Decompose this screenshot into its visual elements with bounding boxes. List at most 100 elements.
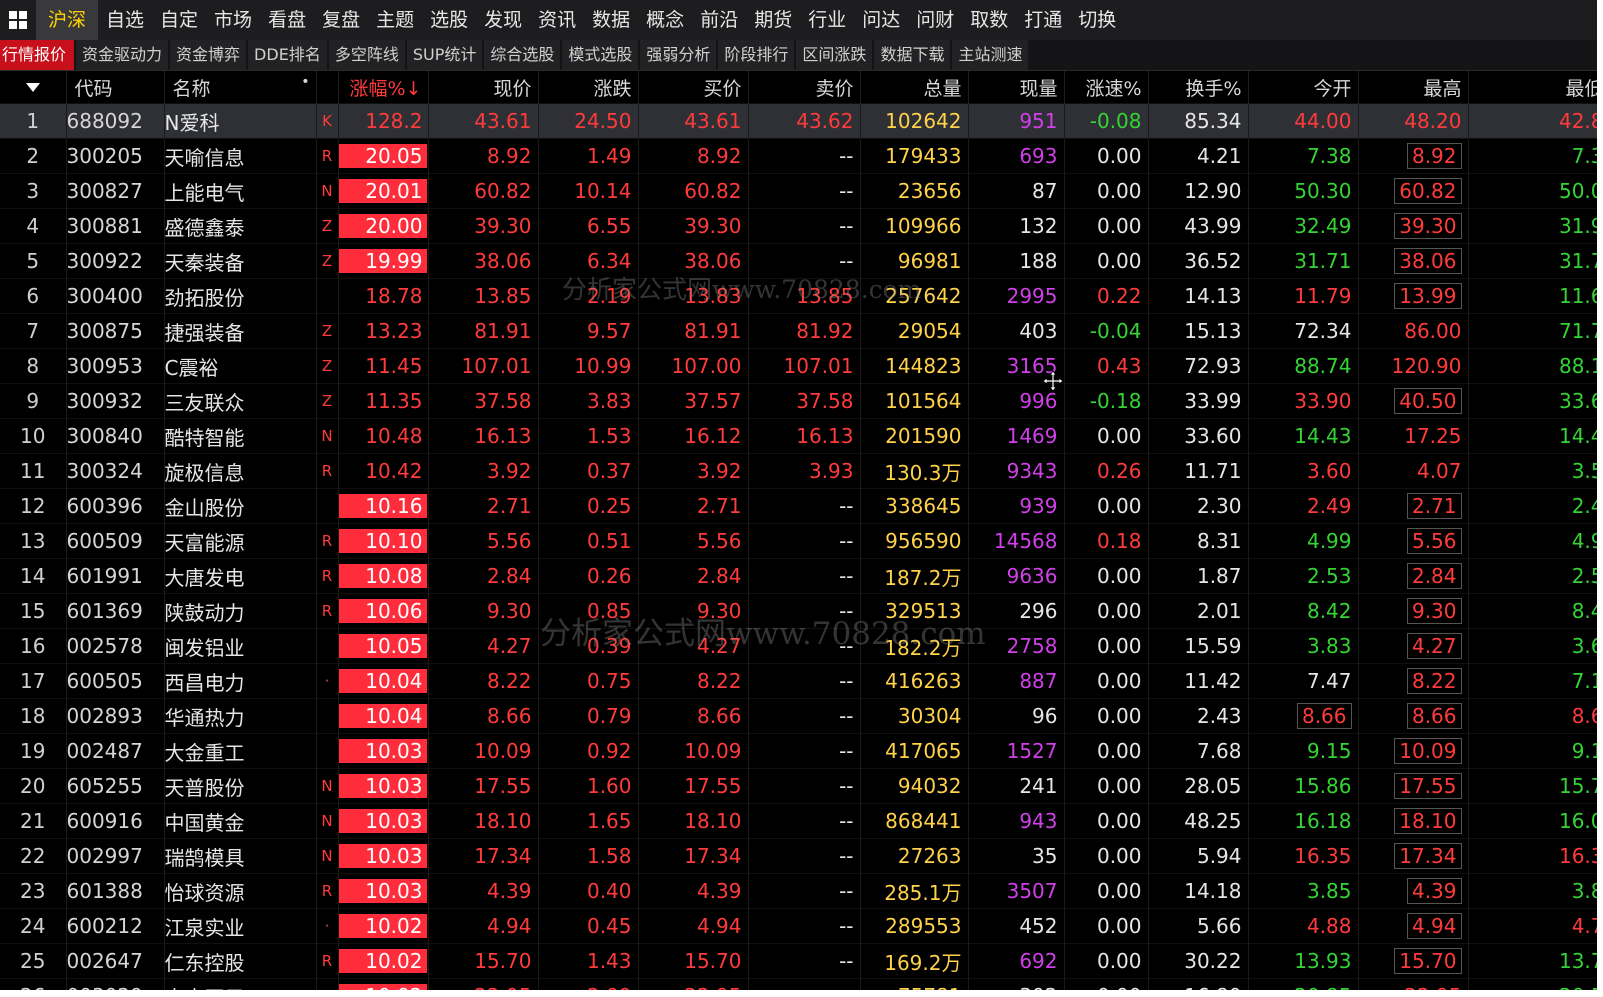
col-header-volume[interactable]: 总量 xyxy=(860,71,969,104)
sub-tab-0[interactable]: 行情报价 xyxy=(0,40,75,70)
high-price: 15.70 xyxy=(1358,943,1469,979)
menu-item-2[interactable]: 自定 xyxy=(152,0,206,40)
menu-item-3[interactable]: 市场 xyxy=(206,0,260,40)
turnover: 11.71 xyxy=(1148,453,1249,489)
col-header-name[interactable]: 名称 • xyxy=(164,71,317,104)
table-row[interactable]: 25 002647 仁东控股 R 10.02 15.70 1.43 15.70 -- 169.2万… xyxy=(0,943,1597,979)
stock-code: 601369 xyxy=(66,593,165,629)
menu-item-19[interactable]: 切换 xyxy=(1070,0,1124,40)
table-row[interactable]: 2 300205 天喻信息 R 20.05 8.92 1.49 8.92 -- 179433 693… xyxy=(0,138,1597,174)
current-volume: 939 xyxy=(968,488,1065,524)
table-row[interactable]: 21 600916 中国黄金 N 10.03 18.10 1.65 18.10 -- 868441… xyxy=(0,803,1597,839)
menu-item-10[interactable]: 数据 xyxy=(584,0,638,40)
menu-item-12[interactable]: 前沿 xyxy=(692,0,746,40)
change-pct-value: 20.00 xyxy=(338,214,427,238)
change-pct-value: 10.08 xyxy=(338,564,427,588)
table-row[interactable]: 6 300400 劲拓股份 18.78 13.85 2.19 13.83 13.85 25764… xyxy=(0,278,1597,314)
menu-item-4[interactable]: 看盘 xyxy=(260,0,314,40)
menu-item-8[interactable]: 发现 xyxy=(476,0,530,40)
sub-tab-5[interactable]: SUP统计 xyxy=(406,40,483,70)
col-header-change[interactable]: 涨跌 xyxy=(538,71,639,104)
sub-tab-1[interactable]: 资金驱动力 xyxy=(76,40,169,70)
stock-code: 300953 xyxy=(66,348,165,384)
change: 1.58 xyxy=(538,838,639,874)
low-price: 9.1 xyxy=(1468,733,1597,769)
col-header-bid[interactable]: 买价 xyxy=(638,71,749,104)
grid-menu-icon[interactable] xyxy=(0,0,36,40)
menu-item-6[interactable]: 主题 xyxy=(368,0,422,40)
menu-item-9[interactable]: 资讯 xyxy=(530,0,584,40)
low-price: 31.9 xyxy=(1468,208,1597,244)
sort-menu-icon[interactable] xyxy=(0,71,67,104)
sub-tab-11[interactable]: 数据下载 xyxy=(874,40,951,70)
table-row[interactable]: 3 300827 上能电气 N 20.01 60.82 10.14 60.82 -- 23656 8… xyxy=(0,173,1597,209)
col-header-current-volume[interactable]: 现量 xyxy=(968,71,1065,104)
table-row[interactable]: 23 601388 怡球资源 R 10.03 4.39 0.40 4.39 -- 285.1万 35… xyxy=(0,873,1597,909)
table-row[interactable]: 5 300922 天秦装备 Z 19.99 38.06 6.34 38.06 -- 96981 18… xyxy=(0,243,1597,279)
table-row[interactable]: 13 600509 天富能源 R 10.10 5.56 0.51 5.56 -- 956590 14… xyxy=(0,523,1597,559)
col-header-change-pct[interactable]: 涨幅%↓ xyxy=(338,71,429,104)
row-index: 14 xyxy=(0,558,67,594)
change-speed: 0.18 xyxy=(1064,523,1149,559)
col-header-high[interactable]: 最高 xyxy=(1358,71,1469,104)
sub-tab-12[interactable]: 主站测速 xyxy=(952,40,1029,70)
table-row[interactable]: 16 002578 闽发铝业 10.05 4.27 0.39 4.27 -- 182.2万 275… xyxy=(0,628,1597,664)
menu-item-18[interactable]: 打通 xyxy=(1016,0,1070,40)
table-row[interactable]: 1 688092 N爱科 K 128.2 43.61 24.50 43.61 43.62 1026… xyxy=(0,103,1597,139)
sub-tab-10[interactable]: 区间涨跌 xyxy=(796,40,873,70)
change-pct: 10.05 xyxy=(338,628,429,664)
sub-tab-4[interactable]: 多空阵线 xyxy=(328,40,405,70)
high-price: 22.95 xyxy=(1358,978,1469,990)
sub-tab-7[interactable]: 模式选股 xyxy=(562,40,639,70)
bid-price: 2.71 xyxy=(638,488,749,524)
sub-tab-6[interactable]: 综合选股 xyxy=(484,40,561,70)
high-price-value: 40.50 xyxy=(1394,388,1462,414)
table-row[interactable]: 18 002893 华通热力 10.04 8.66 0.79 8.66 -- 30304 96 0.… xyxy=(0,698,1597,734)
table-row[interactable]: 17 600505 西昌电力 · 10.04 8.22 0.75 8.22 -- 416263 88… xyxy=(0,663,1597,699)
table-row[interactable]: 11 300324 旋极信息 R 10.42 3.92 0.37 3.92 3.93 130.3万… xyxy=(0,453,1597,489)
table-row[interactable]: 14 601991 大唐发电 R 10.08 2.84 0.26 2.84 -- 187.2万 96… xyxy=(0,558,1597,594)
menu-item-1[interactable]: 自选 xyxy=(98,0,152,40)
table-row[interactable]: 26003029吉大正元N10.0222.952.0922.95--757813… xyxy=(0,978,1597,990)
table-row[interactable]: 12 600396 金山股份 10.16 2.71 0.25 2.71 -- 338645 939… xyxy=(0,488,1597,524)
col-header-turnover[interactable]: 换手% xyxy=(1148,71,1249,104)
col-header-price[interactable]: 现价 xyxy=(428,71,539,104)
menu-item-15[interactable]: 问达 xyxy=(854,0,908,40)
menu-item-11[interactable]: 概念 xyxy=(638,0,692,40)
menu-item-14[interactable]: 行业 xyxy=(800,0,854,40)
change: 2.09 xyxy=(538,978,639,990)
menu-item-0[interactable]: 沪深 xyxy=(36,0,99,40)
sub-tab-3[interactable]: DDE排名 xyxy=(248,40,327,70)
table-row[interactable]: 9 300932 三友联众 Z 11.35 37.58 3.83 37.57 37.58 1015… xyxy=(0,383,1597,419)
table-row[interactable]: 19 002487 大金重工 10.03 10.09 0.92 10.09 -- 417065 1… xyxy=(0,733,1597,769)
current-volume: 403 xyxy=(968,313,1065,349)
menu-item-17[interactable]: 取数 xyxy=(962,0,1016,40)
menu-item-5[interactable]: 复盘 xyxy=(314,0,368,40)
sub-tab-8[interactable]: 强弱分析 xyxy=(640,40,717,70)
table-row[interactable]: 20 605255 天普股份 N 10.03 17.55 1.60 17.55 -- 94032 2… xyxy=(0,768,1597,804)
sub-tab-9[interactable]: 阶段排行 xyxy=(718,40,795,70)
stock-name: 大金重工 xyxy=(164,733,317,769)
bid-price: 17.34 xyxy=(638,838,749,874)
table-row[interactable]: 22 002997 瑞鹄模具 N 10.03 17.34 1.58 17.34 -- 27263 3… xyxy=(0,838,1597,874)
stock-tag: R xyxy=(316,593,339,629)
col-header-ask[interactable]: 卖价 xyxy=(748,71,861,104)
stock-tag: R xyxy=(316,138,339,174)
col-header-open[interactable]: 今开 xyxy=(1248,71,1359,104)
current-volume: 951 xyxy=(968,103,1065,139)
menu-item-13[interactable]: 期货 xyxy=(746,0,800,40)
menu-item-7[interactable]: 选股 xyxy=(422,0,476,40)
table-row[interactable]: 8 300953 C震裕 Z 11.45 107.01 10.99 107.00 107.01 1… xyxy=(0,348,1597,384)
col-header-low[interactable]: 最低 xyxy=(1468,71,1597,104)
table-row[interactable]: 4 300881 盛德鑫泰 Z 20.00 39.30 6.55 39.30 -- 109966 1… xyxy=(0,208,1597,244)
table-row[interactable]: 7 300875 捷强装备 Z 13.23 81.91 9.57 81.91 81.92 2905… xyxy=(0,313,1597,349)
table-row[interactable]: 15 601369 陕鼓动力 R 10.06 9.30 0.85 9.30 -- 329513 29… xyxy=(0,593,1597,629)
col-header-speed[interactable]: 涨速% xyxy=(1064,71,1149,104)
col-header-code[interactable]: 代码 xyxy=(66,71,165,104)
change-pct-value: 10.48 xyxy=(365,424,423,448)
menu-item-16[interactable]: 问财 xyxy=(908,0,962,40)
table-row[interactable]: 24 600212 江泉实业 · 10.02 4.94 0.45 4.94 -- 289553 45… xyxy=(0,908,1597,944)
change-pct: 10.42 xyxy=(338,453,429,489)
sub-tab-2[interactable]: 资金博弈 xyxy=(170,40,247,70)
table-row[interactable]: 10 300840 酷特智能 N 10.48 16.13 1.53 16.12 16.13 201… xyxy=(0,418,1597,454)
